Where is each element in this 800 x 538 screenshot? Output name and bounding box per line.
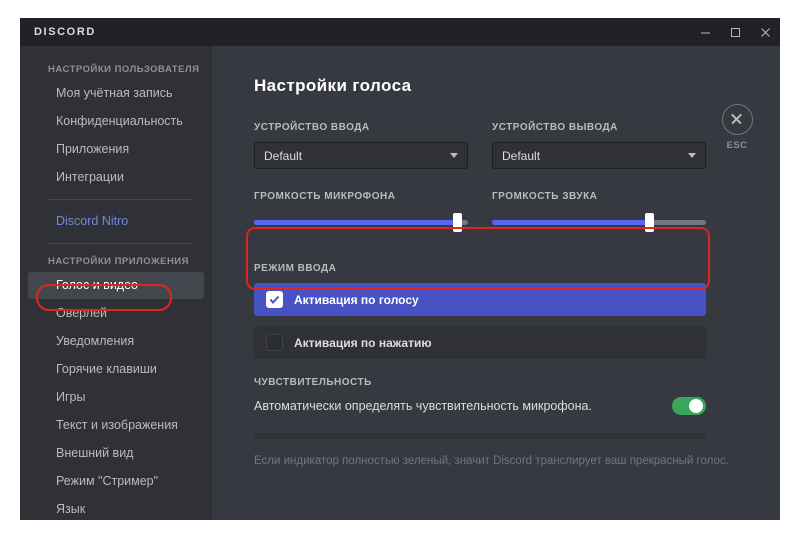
checkbox-unchecked-icon [266,334,283,351]
volume-sliders: Громкость микрофона Громкость звука [254,191,780,233]
toggle-knob [689,399,703,413]
close-settings-button[interactable]: ESC [714,104,760,151]
sound-volume-slider[interactable] [492,211,706,233]
input-device-value: Default [264,148,303,163]
mic-volume-slider[interactable] [254,211,468,233]
title-bar: DISCORD [20,18,780,46]
input-mode-option-push-to-talk[interactable]: Активация по нажатию [254,326,706,359]
sensitivity-auto-row: Автоматически определять чувствительност… [254,397,706,415]
sidebar-item-games[interactable]: Игры [28,384,204,411]
settings-sidebar: Настройки пользователя Моя учётная запис… [20,46,212,520]
output-device-select[interactable]: Default [492,142,706,169]
mic-level-meter [254,433,706,439]
device-selectors: Устройство ввода Default Устройство выво… [254,122,780,169]
output-device-value: Default [502,148,541,163]
mic-volume-label: Громкость микрофона [254,191,396,202]
sensitivity-hint: Если индикатор полностью зеленый, значит… [254,455,729,467]
input-device-label: Устройство ввода [254,122,370,133]
sound-volume-label: Громкость звука [492,191,598,202]
sidebar-group-user-settings: Настройки пользователя [48,64,200,75]
sidebar-item-hotkeys[interactable]: Горячие клавиши [28,356,204,383]
bottom-fade [404,506,780,520]
input-device-group: Устройство ввода Default [254,122,468,169]
sensitivity-auto-text: Автоматически определять чувствительност… [254,399,592,413]
sidebar-divider-1 [48,199,192,200]
app-brand: DISCORD [34,26,96,38]
sound-volume-knob[interactable] [645,213,655,232]
sidebar-item-discord-nitro[interactable]: Discord Nitro [28,208,204,235]
sidebar-item-voice-and-video[interactable]: Голос и видео [28,272,204,299]
highlight-box-volume-sliders [246,227,710,290]
input-mode-label: Режим ввода [254,263,337,274]
window-content: Настройки пользователя Моя учётная запис… [20,46,780,520]
chevron-down-icon [688,153,696,158]
sidebar-divider-2 [48,243,192,244]
sidebar-item-my-account[interactable]: Моя учётная запись [28,80,204,107]
sidebar-item-appearance[interactable]: Внешний вид [28,440,204,467]
page-title: Настройки голоса [254,76,412,95]
sound-volume-group: Громкость звука [492,191,706,233]
sidebar-item-overlay[interactable]: Оверлей [28,300,204,327]
mic-volume-knob[interactable] [452,213,462,232]
window-controls [690,18,780,46]
sidebar-item-language[interactable]: Язык [28,496,204,520]
chevron-down-icon [450,153,458,158]
discord-window: DISCORD Настройки пользователя Моя учётн… [20,18,780,520]
close-icon[interactable] [721,104,753,135]
mic-volume-group: Громкость микрофона [254,191,468,233]
sensitivity-label: Чувствительность [254,377,372,388]
input-device-select[interactable]: Default [254,142,468,169]
sensitivity-auto-toggle[interactable] [672,397,706,415]
checkbox-checked-icon [266,291,283,308]
input-mode-option-label: Активация по голосу [294,292,419,307]
sidebar-group-app-settings: Настройки приложения [48,256,189,267]
sidebar-item-text-and-images[interactable]: Текст и изображения [28,412,204,439]
output-device-label: Устройство вывода [492,122,618,133]
input-mode-option-label: Активация по нажатию [294,335,432,350]
esc-label: ESC [726,140,748,151]
maximize-icon[interactable] [720,18,750,46]
sidebar-item-streamer-mode[interactable]: Режим "Стример" [28,468,204,495]
sidebar-item-privacy[interactable]: Конфиденциальность [28,108,204,135]
minimize-icon[interactable] [690,18,720,46]
sidebar-item-integrations[interactable]: Интеграции [28,164,204,191]
close-icon[interactable] [750,18,780,46]
sidebar-item-notifications[interactable]: Уведомления [28,328,204,355]
sidebar-item-apps[interactable]: Приложения [28,136,204,163]
voice-settings-panel: Настройки голоса Устройство ввода Defaul… [212,46,780,520]
input-mode-option-voice-activity[interactable]: Активация по голосу [254,283,706,316]
mic-volume-fill [254,220,462,225]
output-device-group: Устройство вывода Default [492,122,706,169]
sound-volume-fill [492,220,651,225]
